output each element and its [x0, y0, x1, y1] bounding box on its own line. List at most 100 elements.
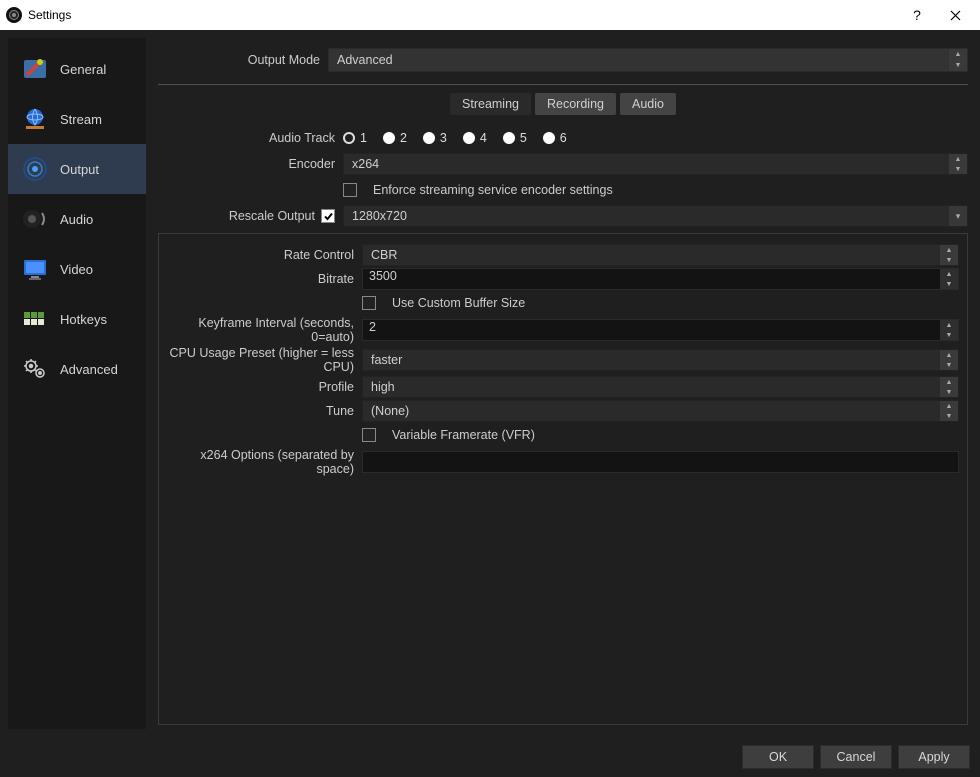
spinner-arrows-icon: ▲▼ [940, 401, 958, 421]
audio-track-5[interactable]: 5 [503, 131, 527, 145]
enforce-checkbox[interactable] [343, 183, 357, 197]
bitrate-input[interactable]: 3500 ▲▼ [362, 268, 959, 290]
tab-audio[interactable]: Audio [620, 93, 676, 115]
audio-track-label: Audio Track [158, 131, 343, 145]
sidebar-item-hotkeys[interactable]: Hotkeys [8, 294, 146, 344]
audio-track-6[interactable]: 6 [543, 131, 567, 145]
monitor-icon [18, 254, 52, 284]
sidebar-item-label: Stream [60, 112, 102, 127]
profile-label: Profile [167, 380, 362, 394]
spinner-arrows-icon: ▲▼ [940, 377, 958, 397]
output-tabs: Streaming Recording Audio [154, 93, 972, 115]
tab-recording[interactable]: Recording [535, 93, 616, 115]
x264opts-row: x264 Options (separated by space) [167, 448, 959, 476]
window-title: Settings [28, 8, 898, 22]
speaker-icon [18, 204, 52, 234]
keyboard-icon [18, 304, 52, 334]
spinner-arrows-icon: ▲▼ [940, 320, 958, 340]
rate-control-select[interactable]: CBR ▲▼ [362, 244, 959, 266]
encoder-label: Encoder [158, 157, 343, 171]
cpu-preset-select[interactable]: faster ▲▼ [362, 349, 959, 371]
dialog-footer: OK Cancel Apply [0, 737, 980, 777]
help-button[interactable]: ? [898, 0, 936, 30]
sidebar-item-output[interactable]: Output [8, 144, 146, 194]
sidebar-item-label: Video [60, 262, 93, 277]
bitrate-label: Bitrate [167, 272, 362, 286]
rescale-checkbox[interactable] [321, 209, 335, 223]
sidebar-item-label: Output [60, 162, 99, 177]
keyframe-row: Keyframe Interval (seconds, 0=auto) 2 ▲▼ [167, 316, 959, 344]
apply-button[interactable]: Apply [898, 745, 970, 769]
encoder-select[interactable]: x264 ▲▼ [343, 153, 968, 175]
audio-track-2[interactable]: 2 [383, 131, 407, 145]
sidebar-item-general[interactable]: General [8, 44, 146, 94]
close-button[interactable] [936, 0, 974, 30]
divider [158, 84, 968, 85]
audio-track-radios: 1 2 3 4 5 6 [343, 131, 968, 145]
sidebar-item-label: General [60, 62, 106, 77]
main-area: General Stream Output Audio [0, 30, 980, 737]
output-mode-select[interactable]: Advanced ▲▼ [328, 48, 968, 72]
sidebar: General Stream Output Audio [8, 38, 146, 729]
bitrate-value: 3500 [369, 269, 397, 283]
vfr-label: Variable Framerate (VFR) [392, 428, 535, 442]
encoder-row: Encoder x264 ▲▼ [158, 153, 968, 175]
audio-track-3[interactable]: 3 [423, 131, 447, 145]
ok-button[interactable]: OK [742, 745, 814, 769]
sidebar-item-video[interactable]: Video [8, 244, 146, 294]
gears-icon [18, 354, 52, 384]
output-mode-value: Advanced [337, 53, 393, 67]
keyframe-label: Keyframe Interval (seconds, 0=auto) [167, 316, 362, 344]
titlebar: Settings ? [0, 0, 980, 30]
rate-control-label: Rate Control [167, 248, 362, 262]
output-mode-row: Output Mode Advanced ▲▼ [154, 38, 972, 84]
rate-control-value: CBR [371, 248, 397, 262]
x264opts-label: x264 Options (separated by space) [167, 448, 362, 476]
settings-window: Settings ? General Stream [0, 0, 980, 777]
x264opts-input[interactable] [362, 451, 959, 473]
rescale-label: Rescale Output [229, 209, 315, 223]
sidebar-item-audio[interactable]: Audio [8, 194, 146, 244]
enforce-row: Enforce streaming service encoder settin… [158, 179, 968, 201]
spinner-arrows-icon: ▲▼ [940, 245, 958, 265]
encoder-value: x264 [352, 157, 379, 171]
sidebar-item-stream[interactable]: Stream [8, 94, 146, 144]
tune-value: (None) [371, 404, 409, 418]
tune-label: Tune [167, 404, 362, 418]
vfr-checkbox[interactable] [362, 428, 376, 442]
encoder-settings-panel: Rate Control CBR ▲▼ Bitrate 3500 ▲▼ [158, 233, 968, 725]
keyframe-value: 2 [369, 320, 376, 334]
tab-streaming[interactable]: Streaming [450, 93, 531, 115]
custom-buffer-checkbox[interactable] [362, 296, 376, 310]
sidebar-item-advanced[interactable]: Advanced [8, 344, 146, 394]
rescale-select[interactable]: 1280x720 ▾ [343, 205, 968, 227]
keyframe-input[interactable]: 2 ▲▼ [362, 319, 959, 341]
radio-icon [503, 132, 515, 144]
spinner-arrows-icon: ▲▼ [940, 350, 958, 370]
broadcast-icon [18, 154, 52, 184]
content-pane: Output Mode Advanced ▲▼ Streaming Record… [154, 38, 972, 729]
radio-icon [343, 132, 355, 144]
tune-select[interactable]: (None) ▲▼ [362, 400, 959, 422]
radio-icon [463, 132, 475, 144]
cpu-preset-value: faster [371, 353, 402, 367]
audio-track-4[interactable]: 4 [463, 131, 487, 145]
profile-select[interactable]: high ▲▼ [362, 376, 959, 398]
rescale-value: 1280x720 [352, 209, 407, 223]
chevron-down-icon: ▾ [949, 206, 967, 226]
output-mode-label: Output Mode [158, 53, 328, 67]
custom-buffer-row: Use Custom Buffer Size [167, 292, 959, 314]
cpu-preset-row: CPU Usage Preset (higher = less CPU) fas… [167, 346, 959, 374]
spinner-arrows-icon: ▲▼ [940, 269, 958, 289]
globe-icon [18, 104, 52, 134]
rescale-row: Rescale Output 1280x720 ▾ [158, 205, 968, 227]
rate-control-row: Rate Control CBR ▲▼ [167, 244, 959, 266]
wrench-icon [18, 54, 52, 84]
audio-track-row: Audio Track 1 2 3 4 5 6 [158, 127, 968, 149]
audio-track-1[interactable]: 1 [343, 131, 367, 145]
cancel-button[interactable]: Cancel [820, 745, 892, 769]
profile-value: high [371, 380, 395, 394]
tune-row: Tune (None) ▲▼ [167, 400, 959, 422]
sidebar-item-label: Advanced [60, 362, 118, 377]
bitrate-row: Bitrate 3500 ▲▼ [167, 268, 959, 290]
